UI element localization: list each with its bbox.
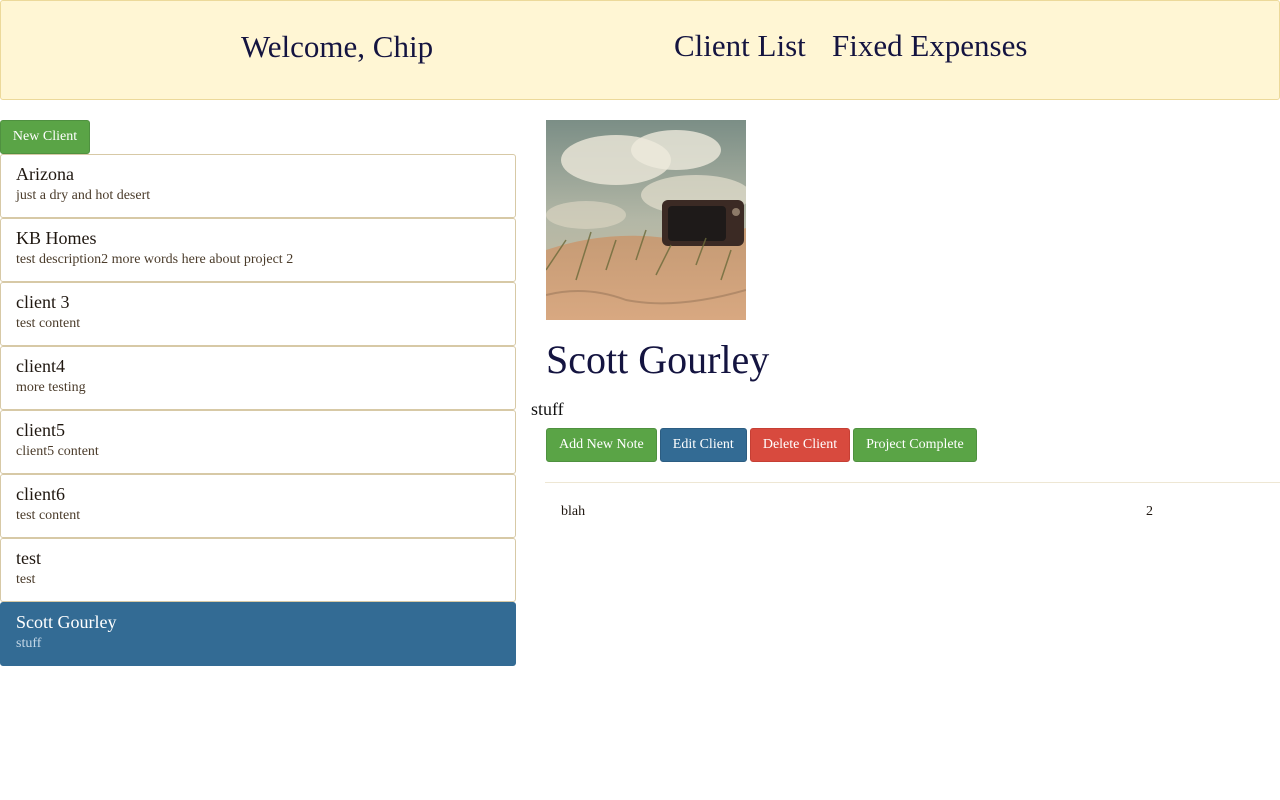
client-name: test — [16, 548, 41, 568]
notes-divider — [545, 482, 1280, 483]
top-navbar: Welcome, Chip Client List Fixed Expenses — [0, 0, 1280, 100]
client-name: KB Homes — [16, 228, 97, 248]
client-description: client5 content — [16, 444, 99, 459]
client-name: client4 — [16, 356, 65, 376]
client-list-item-active[interactable]: Scott Gourley stuff — [0, 602, 516, 666]
client-list-item[interactable]: Arizona just a dry and hot desert — [0, 154, 516, 218]
client-description: test content — [16, 508, 81, 523]
add-note-button[interactable]: Add New Note — [546, 428, 657, 462]
client-name: client6 — [16, 484, 65, 504]
client-list-item[interactable]: client4 more testing — [0, 346, 516, 410]
client-list-item[interactable]: test test — [0, 538, 516, 602]
project-complete-button[interactable]: Project Complete — [853, 428, 977, 462]
client-name: Arizona — [16, 164, 74, 184]
client-description: test description2 more words here about … — [16, 252, 294, 267]
client-description: just a dry and hot desert — [16, 188, 151, 203]
client-list: Arizona just a dry and hot desert KB Hom… — [0, 154, 516, 666]
client-description: test — [16, 572, 36, 587]
client-list-item[interactable]: client6 test content — [0, 474, 516, 538]
client-actions: Add New Note Edit Client Delete Client P… — [546, 428, 977, 462]
welcome-message: Welcome, Chip — [241, 29, 434, 64]
client-list-item[interactable]: client5 client5 content — [0, 410, 516, 474]
nav-fixed-expenses-link[interactable]: Fixed Expenses — [832, 28, 1027, 64]
client-detail-name: Scott Gourley — [546, 337, 770, 382]
delete-client-button[interactable]: Delete Client — [749, 428, 851, 462]
client-photo — [546, 120, 746, 320]
client-list-item[interactable]: client 3 test content — [0, 282, 516, 346]
client-name: Scott Gourley — [16, 612, 117, 632]
nav-client-list-link[interactable]: Client List — [674, 28, 806, 64]
new-client-button[interactable]: New Client — [0, 120, 90, 154]
client-name: client 3 — [16, 292, 70, 312]
client-description: more testing — [16, 380, 86, 395]
client-description: test content — [16, 316, 81, 331]
note-text: blah — [561, 504, 586, 519]
client-description: stuff — [16, 636, 42, 651]
edit-client-button[interactable]: Edit Client — [659, 428, 747, 462]
note-count: 2 — [1146, 504, 1153, 519]
client-name: client5 — [16, 420, 65, 440]
client-detail-description: stuff — [531, 399, 564, 419]
client-list-item[interactable]: KB Homes test description2 more words he… — [0, 218, 516, 282]
note-row[interactable]: blah 2 — [545, 500, 1280, 526]
